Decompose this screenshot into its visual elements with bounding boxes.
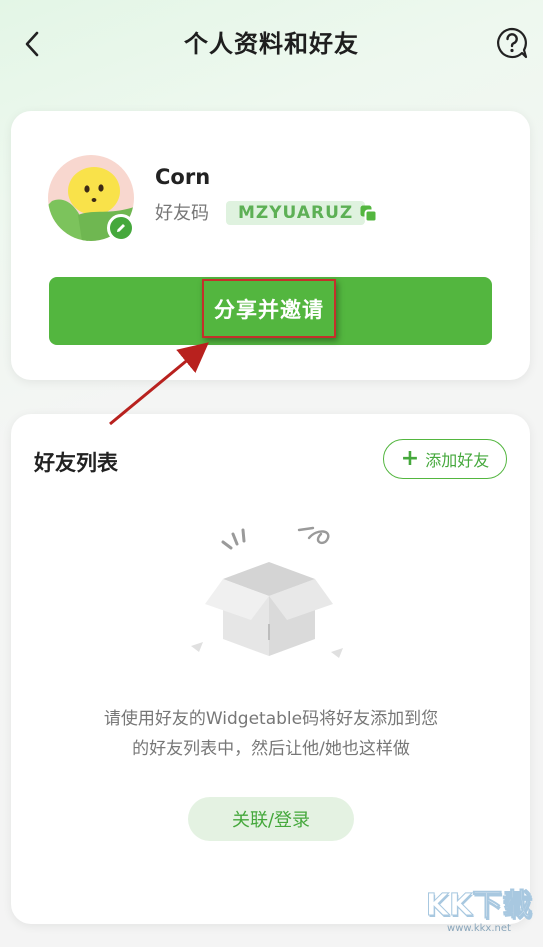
link-login-button[interactable]: 关联/登录 [188,797,354,841]
help-button[interactable] [493,24,531,62]
empty-hint-line-2: 的好友列表中，然后让他/她也这样做 [132,739,410,759]
copy-icon [360,205,378,223]
plus-icon: + [400,446,420,471]
user-name: Corn [155,165,211,189]
add-friend-label: 添加好友 [425,451,490,470]
friend-code-label: 好友码 [155,203,209,224]
empty-hint-line-1: 请使用好友的Widgetable码将好友添加到您 [103,709,439,729]
watermark-logo: KK下载 www.kkx.net [420,880,538,940]
watermark-url: www.kkx.net [447,923,511,934]
edit-avatar-button[interactable] [107,214,135,242]
share-invite-label: 分享并邀请 [202,279,336,338]
empty-box-icon [191,526,343,658]
friends-card: 好友列表 + 添加好友 请使用好友的Widgetable码将好友添加到您 的好友… [11,414,530,924]
profile-card: Corn 好友码 MZYUARUZ 分享并邀请 [11,111,530,380]
help-icon [497,27,528,59]
header: 个人资料和好友 [0,0,543,88]
friend-code-value: MZYUARUZ [226,201,366,225]
watermark-text: KK下载 [425,888,533,924]
friends-list-title: 好友列表 [34,451,118,475]
add-friend-button[interactable]: + 添加好友 [383,439,507,479]
page-title: 个人资料和好友 [184,30,359,58]
copy-code-button[interactable] [359,204,379,224]
pencil-icon [117,224,125,232]
